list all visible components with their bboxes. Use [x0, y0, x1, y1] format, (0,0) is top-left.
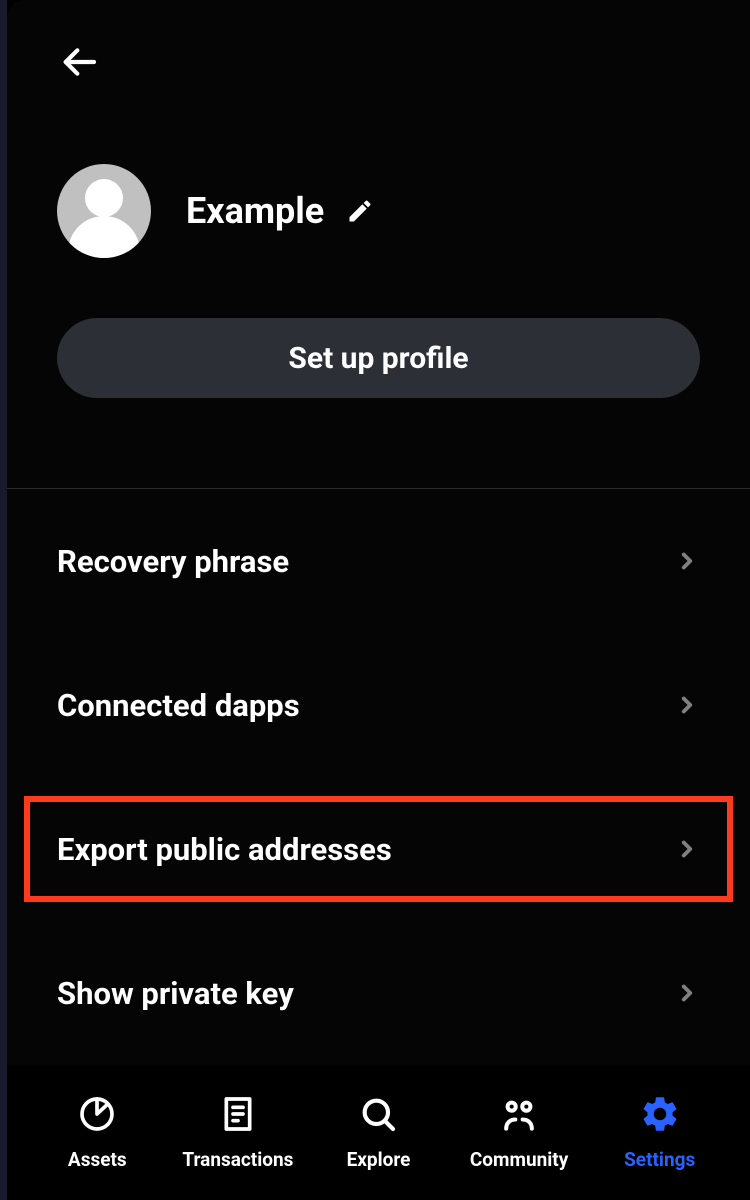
arrow-left-icon — [59, 42, 99, 82]
nav-item-settings[interactable]: Settings — [589, 1092, 730, 1171]
people-icon — [497, 1092, 541, 1136]
settings-item-recovery-phrase[interactable]: Recovery phrase — [27, 489, 730, 633]
nav-item-transactions[interactable]: Transactions — [168, 1092, 309, 1171]
nav-label: Community — [470, 1148, 568, 1171]
profile-name-label: Example — [186, 190, 324, 232]
nav-item-explore[interactable]: Explore — [308, 1092, 449, 1171]
header — [7, 0, 750, 104]
nav-item-community[interactable]: Community — [449, 1092, 590, 1171]
profile-row: Example — [57, 164, 700, 258]
nav-label: Settings — [624, 1148, 695, 1171]
back-button[interactable] — [57, 40, 101, 84]
settings-item-label: Connected dapps — [57, 687, 300, 724]
settings-item-connected-dapps[interactable]: Connected dapps — [27, 633, 730, 777]
profile-section: Example Set up profile — [7, 104, 750, 438]
nav-label: Explore — [347, 1148, 411, 1171]
settings-item-label: Export public addresses — [57, 831, 392, 868]
setup-profile-label: Set up profile — [288, 341, 468, 376]
settings-item-show-private-key[interactable]: Show private key — [27, 921, 730, 1065]
settings-list: Recovery phrase Connected dapps Export p… — [7, 489, 750, 1115]
nav-item-assets[interactable]: Assets — [27, 1092, 168, 1171]
settings-item-label: Show private key — [57, 975, 294, 1012]
profile-name: Example — [186, 190, 374, 232]
gear-icon — [638, 1092, 682, 1136]
setup-profile-button[interactable]: Set up profile — [57, 318, 700, 398]
avatar-head — [85, 179, 123, 217]
pencil-icon — [346, 197, 374, 225]
bottom-nav: Assets Transactions Explore — [7, 1065, 750, 1200]
chevron-right-icon — [674, 692, 700, 718]
settings-item-label: Recovery phrase — [57, 543, 289, 580]
settings-item-export-addresses[interactable]: Export public addresses — [27, 799, 730, 899]
document-icon — [216, 1092, 260, 1136]
search-icon — [356, 1092, 400, 1136]
main-panel: Example Set up profile Recovery phrase C… — [7, 0, 750, 1200]
chevron-right-icon — [674, 836, 700, 862]
avatar-body — [68, 216, 140, 258]
chevron-right-icon — [674, 548, 700, 574]
edit-profile-button[interactable] — [346, 197, 374, 225]
nav-label: Assets — [68, 1148, 127, 1171]
nav-label: Transactions — [182, 1148, 293, 1171]
avatar[interactable] — [57, 164, 151, 258]
pie-chart-icon — [75, 1092, 119, 1136]
edge-sliver — [0, 0, 7, 1200]
chevron-right-icon — [674, 980, 700, 1006]
